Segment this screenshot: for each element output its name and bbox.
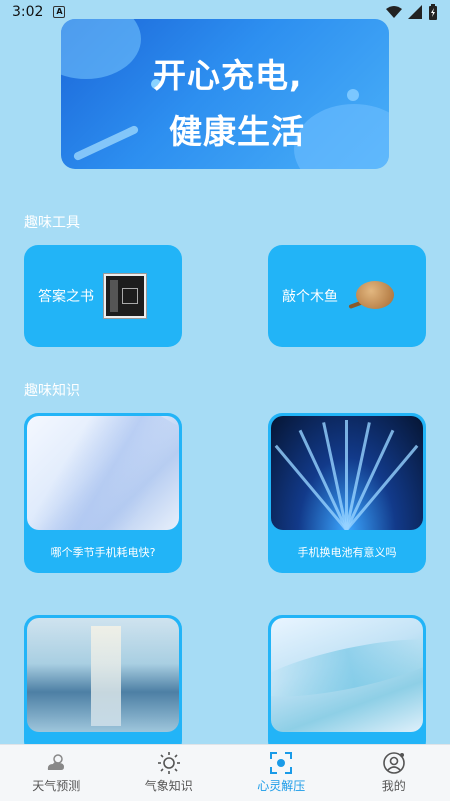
battery-icon [429,4,437,20]
banner-decoration [61,19,141,79]
knowledge-image [27,416,179,530]
banner-decoration [347,89,359,101]
knowledge-image [271,618,423,732]
banner-headline-1: 开心充电, [153,56,303,95]
section-title-knowledge: 趣味知识 [24,383,80,399]
bottom-nav: 天气预测 气象知识 心灵解压 我的 [0,744,450,801]
nav-item-weather-knowledge[interactable]: 气象知识 [113,745,226,801]
wifi-icon [386,6,402,18]
tool-card-wooden-fish[interactable]: 敲个木鱼 [268,245,426,347]
book-icon [104,274,146,318]
nav-item-relax[interactable]: 心灵解压 [225,745,338,801]
notification-a-icon: A [53,6,66,18]
nav-label: 天气预测 [32,779,81,793]
knowledge-image [27,618,179,732]
nav-item-profile[interactable]: 我的 [338,745,450,801]
banner-decoration [72,124,140,162]
knowledge-card[interactable] [24,615,182,755]
banner-decoration [294,104,389,169]
weather-cloud-icon [48,754,65,770]
knowledge-card[interactable]: 手机换电池有意义吗 [268,413,426,573]
nav-label: 心灵解压 [257,779,306,793]
wooden-fish-icon [348,279,398,313]
knowledge-caption: 手机换电池有意义吗 [297,546,397,559]
focus-icon [270,752,293,774]
knowledge-card[interactable]: 哪个季节手机耗电快? [24,413,182,573]
nav-label: 我的 [381,779,406,793]
tool-card-answer-book[interactable]: 答案之书 [24,245,182,347]
knowledge-card[interactable] [268,615,426,755]
banner-headline-2: 健康生活 [169,112,305,151]
profile-icon [382,752,405,774]
tool-label: 敲个木鱼 [282,289,338,305]
sun-icon [157,752,180,774]
status-time: 3:02 [12,4,44,20]
knowledge-image [271,416,423,530]
signal-icon [408,5,422,19]
section-title-tools: 趣味工具 [24,215,80,231]
nav-item-weather[interactable]: 天气预测 [0,745,113,801]
nav-label: 气象知识 [144,779,193,793]
knowledge-caption: 哪个季节手机耗电快? [50,546,156,559]
hero-banner[interactable]: 开心充电, 健康生活 [61,19,389,169]
tool-label: 答案之书 [38,289,94,305]
